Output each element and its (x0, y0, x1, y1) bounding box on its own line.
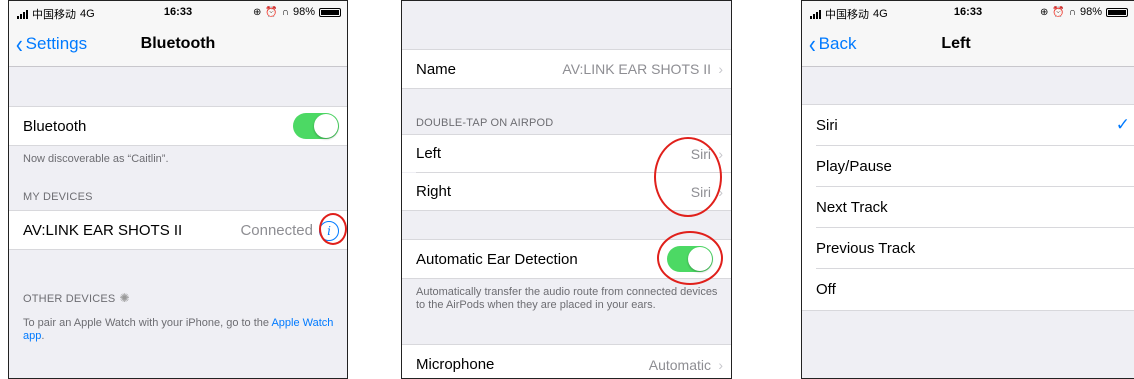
alarm-icon: ⏰ (265, 6, 278, 18)
chevron-right-icon: › (718, 145, 723, 162)
my-devices-header: MY DEVICES (23, 191, 93, 203)
other-devices-label: OTHER DEVICES (23, 293, 116, 305)
device-name: AV:LINK EAR SHOTS II (23, 221, 183, 239)
options-list: Siri ✓ Play/Pause Next Track Previous Tr… (802, 104, 1134, 311)
option-row-play-pause[interactable]: Play/Pause (802, 146, 1134, 187)
option-row-siri[interactable]: Siri ✓ (802, 105, 1134, 146)
page-title: Bluetooth (140, 35, 216, 52)
status-bar: 中国移动 4G 16:33 ⊕ ⏰ ∩ 98% (9, 1, 347, 23)
battery-icon (1106, 7, 1128, 17)
microphone-row[interactable]: Microphone Automatic › (402, 344, 731, 378)
other-devices-header: OTHER DEVICES ✺ (23, 291, 130, 305)
phone-screen-device-settings: Name AV:LINK EAR SHOTS II › DOUBLE-TAP O… (401, 0, 732, 379)
option-label: Previous Track (816, 240, 916, 257)
phone-screen-bluetooth: 中国移动 4G 16:33 ⊕ ⏰ ∩ 98% ‹ Settings Bluet… (8, 0, 348, 379)
option-row-next-track[interactable]: Next Track (802, 187, 1134, 228)
device-status: Connected (240, 221, 313, 239)
pair-text-prefix: To pair an Apple Watch with your iPhone,… (23, 317, 272, 329)
bluetooth-row: Bluetooth (9, 106, 347, 146)
bluetooth-toggle[interactable] (293, 113, 339, 139)
annotation-circle (319, 213, 347, 245)
nav-bar: ‹ Back Left (802, 23, 1134, 67)
page-title: Left (941, 35, 971, 52)
option-row-previous-track[interactable]: Previous Track (802, 228, 1134, 269)
name-value: AV:LINK EAR SHOTS II (562, 61, 711, 77)
nav-bar: ‹ Settings Bluetooth (9, 23, 347, 67)
pair-watch-text: To pair an Apple Watch with your iPhone,… (23, 317, 335, 343)
battery-icon (319, 7, 341, 17)
chevron-right-icon: › (718, 61, 723, 77)
name-row[interactable]: Name AV:LINK EAR SHOTS II › (402, 49, 731, 89)
rotation-lock-icon: ⊕ (1039, 6, 1049, 18)
annotation-circle (654, 137, 722, 217)
option-label: Siri (816, 117, 838, 134)
option-label: Off (816, 281, 836, 298)
left-label: Left (416, 145, 442, 162)
device-row[interactable]: AV:LINK EAR SHOTS II Connected i (9, 210, 347, 250)
alarm-icon: ⏰ (1052, 6, 1065, 18)
microphone-label: Microphone (416, 356, 495, 373)
rotation-lock-icon: ⊕ (252, 6, 262, 18)
ear-detection-note: Automatically transfer the audio route f… (416, 286, 718, 311)
discoverable-text: Now discoverable as “Caitlin”. (23, 153, 169, 165)
chevron-right-icon: › (718, 356, 723, 373)
right-label: Right (416, 183, 452, 200)
battery-percent: 98% (292, 6, 315, 18)
double-tap-header: DOUBLE-TAP ON AIRPOD (416, 117, 554, 129)
battery-percent: 98% (1079, 6, 1102, 18)
headphones-icon: ∩ (1068, 6, 1076, 18)
bluetooth-label: Bluetooth (23, 117, 87, 135)
annotation-circle (657, 231, 723, 285)
microphone-value: Automatic (648, 356, 711, 373)
phone-screen-left: 中国移动 4G 16:33 ⊕ ⏰ ∩ 98% ‹ Back Left Siri… (801, 0, 1134, 379)
ear-detection-label: Automatic Ear Detection (416, 250, 578, 268)
option-row-off[interactable]: Off (802, 269, 1134, 310)
pair-text-suffix: . (41, 330, 45, 342)
name-label: Name (416, 60, 457, 78)
headphones-icon: ∩ (281, 6, 289, 18)
option-label: Play/Pause (816, 158, 892, 175)
status-bar: 中国移动 4G 16:33 ⊕ ⏰ ∩ 98% (802, 1, 1134, 23)
option-label: Next Track (816, 199, 888, 216)
loading-spinner-icon: ✺ (119, 291, 130, 305)
checkmark-icon: ✓ (1115, 115, 1130, 134)
